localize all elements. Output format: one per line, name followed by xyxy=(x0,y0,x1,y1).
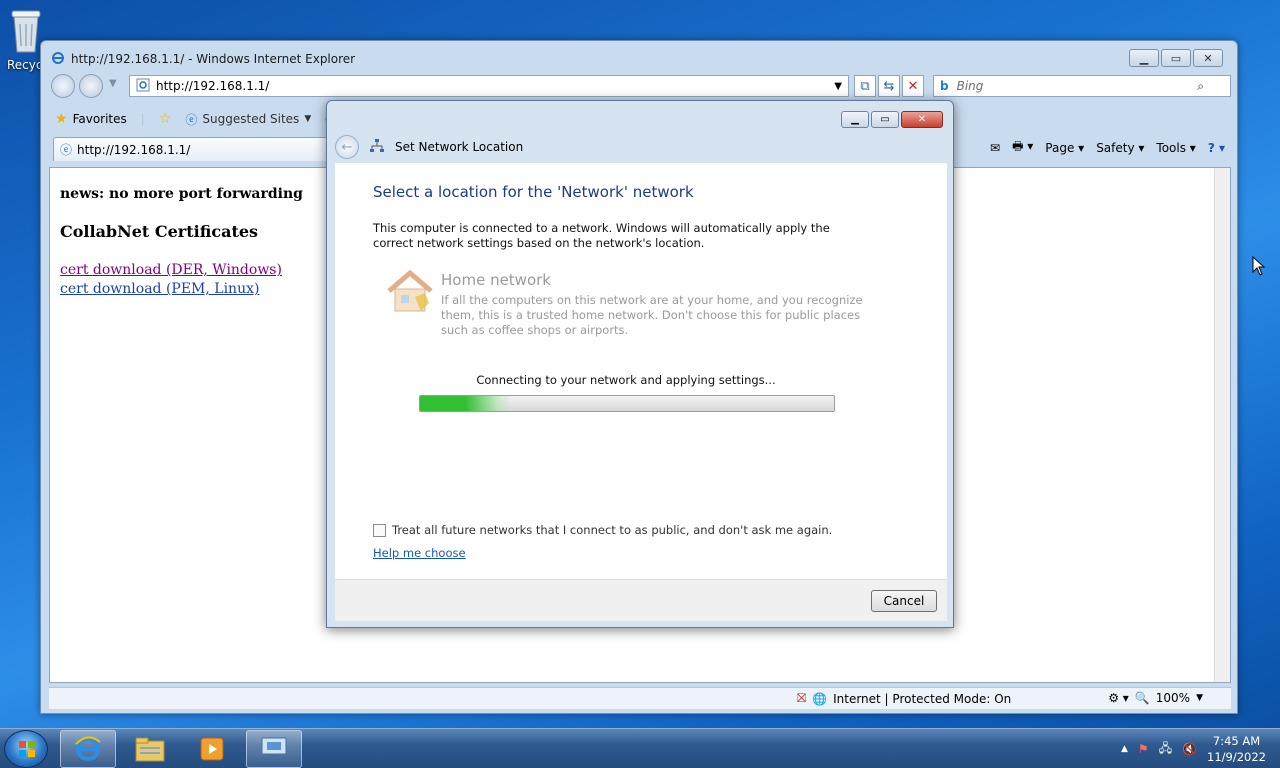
zoom-level: 100% xyxy=(1155,691,1191,705)
address-text: http://192.168.1.1/ xyxy=(156,79,270,93)
page-heading: CollabNet Certificates xyxy=(60,222,259,241)
news-text: news: no more port forwarding xyxy=(60,186,303,202)
safety-menu[interactable]: Safety ▾ xyxy=(1096,141,1144,155)
dialog-title: Set Network Location xyxy=(395,140,524,154)
favorites-star-icon: ★ xyxy=(55,111,68,127)
clock-date: 11/9/2022 xyxy=(1207,750,1266,764)
ie-logo-icon xyxy=(51,51,65,68)
network-icon xyxy=(369,138,385,157)
compatibility-view-icon[interactable]: ⧉ xyxy=(854,75,876,97)
dialog-header: ← Set Network Location xyxy=(335,131,947,163)
vertical-scrollbar[interactable] xyxy=(1214,168,1230,682)
home-network-icon xyxy=(385,269,435,318)
mouse-cursor-icon xyxy=(1252,255,1266,279)
stop-icon[interactable]: ✕ xyxy=(902,75,924,97)
dialog-back-button[interactable]: ← xyxy=(335,135,359,159)
dialog-minimize-button[interactable]: ▁ xyxy=(841,111,869,128)
volume-muted-icon[interactable]: 🔇 xyxy=(1182,742,1197,756)
address-bar[interactable]: http://192.168.1.1/ ▼ xyxy=(129,75,849,97)
action-center-icon[interactable]: ⚑ xyxy=(1138,742,1149,756)
taskbar-ie-icon[interactable] xyxy=(60,730,116,768)
taskbar-network-center-icon[interactable] xyxy=(246,730,302,768)
progress-fill xyxy=(420,396,512,411)
favorites-label: Favorites xyxy=(72,112,127,126)
blocked-icon: ⛝ xyxy=(797,691,807,705)
refresh-icon[interactable]: ⇆ xyxy=(878,75,900,97)
zoom-dropdown-icon[interactable]: ▼ xyxy=(1196,693,1203,703)
maximize-button[interactable]: ▭ xyxy=(1161,49,1191,67)
taskbar-media-player-icon[interactable] xyxy=(184,730,240,768)
dialog-window-controls: ▁ ▭ ✕ xyxy=(841,111,943,128)
ie-window-controls: ▁ ▭ ✕ xyxy=(1129,49,1223,67)
add-to-favorites-icon: ☆ xyxy=(158,111,172,127)
zoom-control[interactable]: ⚙ ▾ 🔍 100% ▼ xyxy=(1108,691,1203,705)
add-favorites-button[interactable]: ☆ xyxy=(159,111,172,127)
ie-titlebar: http://192.168.1.1/ - Windows Internet E… xyxy=(51,49,355,69)
public-networks-checkbox-row[interactable]: Treat all future networks that I connect… xyxy=(373,523,832,537)
recycle-bin-label: Recyc xyxy=(7,58,43,72)
home-network-title: Home network xyxy=(441,271,551,289)
tab-label: http://192.168.1.1/ xyxy=(77,142,191,157)
cert-pem-link[interactable]: cert download (PEM, Linux) xyxy=(60,281,259,297)
start-button[interactable] xyxy=(4,730,48,768)
progress-bar xyxy=(419,395,835,412)
search-icon[interactable]: ⌕ xyxy=(1197,79,1204,94)
taskbar-explorer-icon[interactable] xyxy=(122,730,178,768)
dialog-maximize-button[interactable]: ▭ xyxy=(871,111,899,128)
public-networks-checkbox[interactable] xyxy=(373,523,386,537)
cert-der-link[interactable]: cert download (DER, Windows) xyxy=(60,262,282,278)
network-location-dialog: ▁ ▭ ✕ ← Set Network Location Select a lo… xyxy=(326,100,954,628)
chevron-down-icon: ▼ xyxy=(304,114,312,124)
checkbox-label: Treat all future networks that I connect… xyxy=(392,523,833,537)
protected-mode-icon[interactable]: ⚙ ▾ xyxy=(1108,691,1129,705)
dialog-footer: Cancel xyxy=(335,579,947,621)
zoom-icon: 🔍 xyxy=(1134,691,1150,705)
print-icon[interactable]: 🖶 ▾ xyxy=(1012,137,1033,158)
ie-title-text: http://192.168.1.1/ - Windows Internet E… xyxy=(71,52,356,66)
tools-menu[interactable]: Tools ▾ xyxy=(1156,141,1195,155)
address-dropdown-icon[interactable]: ▼ xyxy=(834,81,842,92)
dialog-body: Select a location for the 'Network' netw… xyxy=(335,163,947,579)
home-network-description: If all the computers on this network are… xyxy=(441,293,863,337)
command-bar: ✉ 🖶 ▾ Page ▾ Safety ▾ Tools ▾ ? ▾ xyxy=(990,137,1225,158)
ie-page-icon: ⓔ xyxy=(185,112,198,127)
system-tray: ▲ ⚑ 🖧 🔇 7:45 AM 11/9/2022 xyxy=(1121,733,1266,765)
taskbar: ▲ ⚑ 🖧 🔇 7:45 AM 11/9/2022 xyxy=(0,728,1280,768)
help-me-choose-link[interactable]: Help me choose xyxy=(373,546,466,560)
page-menu[interactable]: Page ▾ xyxy=(1045,141,1084,155)
search-box[interactable]: b Bing ⌕ xyxy=(933,75,1231,97)
close-button[interactable]: ✕ xyxy=(1193,49,1223,67)
minimize-button[interactable]: ▁ xyxy=(1129,49,1159,67)
zone-text: Internet | Protected Mode: On xyxy=(833,691,1012,706)
dialog-description: This computer is connected to a network.… xyxy=(373,221,830,250)
recent-pages-dropdown-icon[interactable]: ▼ xyxy=(109,78,117,89)
network-tray-icon[interactable]: 🖧 xyxy=(1159,739,1172,760)
globe-icon: 🌐 xyxy=(812,691,828,706)
read-mail-icon[interactable]: ✉ xyxy=(990,141,1000,155)
dialog-close-button[interactable]: ✕ xyxy=(901,111,943,128)
progress-label: Connecting to your network and applying … xyxy=(476,373,776,387)
separator: | xyxy=(140,112,145,126)
suggested-sites-button[interactable]: ⓔ Suggested Sites ▼ xyxy=(185,111,311,128)
tab-page-icon: ⓔ xyxy=(60,143,73,157)
suggested-sites-label: Suggested Sites xyxy=(202,112,300,126)
help-icon[interactable]: ? ▾ xyxy=(1208,141,1225,155)
forward-button[interactable] xyxy=(79,74,103,98)
clock[interactable]: 7:45 AM 11/9/2022 xyxy=(1207,733,1266,765)
bing-logo-icon: b xyxy=(940,79,949,93)
search-placeholder: Bing xyxy=(956,79,984,93)
clock-time: 7:45 AM xyxy=(1212,734,1261,748)
dialog-heading: Select a location for the 'Network' netw… xyxy=(373,183,694,201)
tab-current[interactable]: ⓔ http://192.168.1.1/ xyxy=(53,137,331,161)
cancel-button[interactable]: Cancel xyxy=(871,590,937,612)
status-bar: ⛝ 🌐 Internet | Protected Mode: On ⚙ ▾ 🔍 … xyxy=(49,687,1231,709)
show-hidden-icons-icon[interactable]: ▲ xyxy=(1121,744,1128,754)
page-icon xyxy=(136,78,150,95)
back-button[interactable] xyxy=(51,74,75,98)
address-actions: ⧉ ⇆ ✕ xyxy=(854,75,924,97)
favorites-button[interactable]: ★ Favorites xyxy=(55,111,127,127)
security-zone[interactable]: ⛝ 🌐 Internet | Protected Mode: On xyxy=(797,691,1011,706)
navigation-bar: ▼ http://192.168.1.1/ ▼ ⧉ ⇆ ✕ b Bing ⌕ xyxy=(49,73,1231,101)
